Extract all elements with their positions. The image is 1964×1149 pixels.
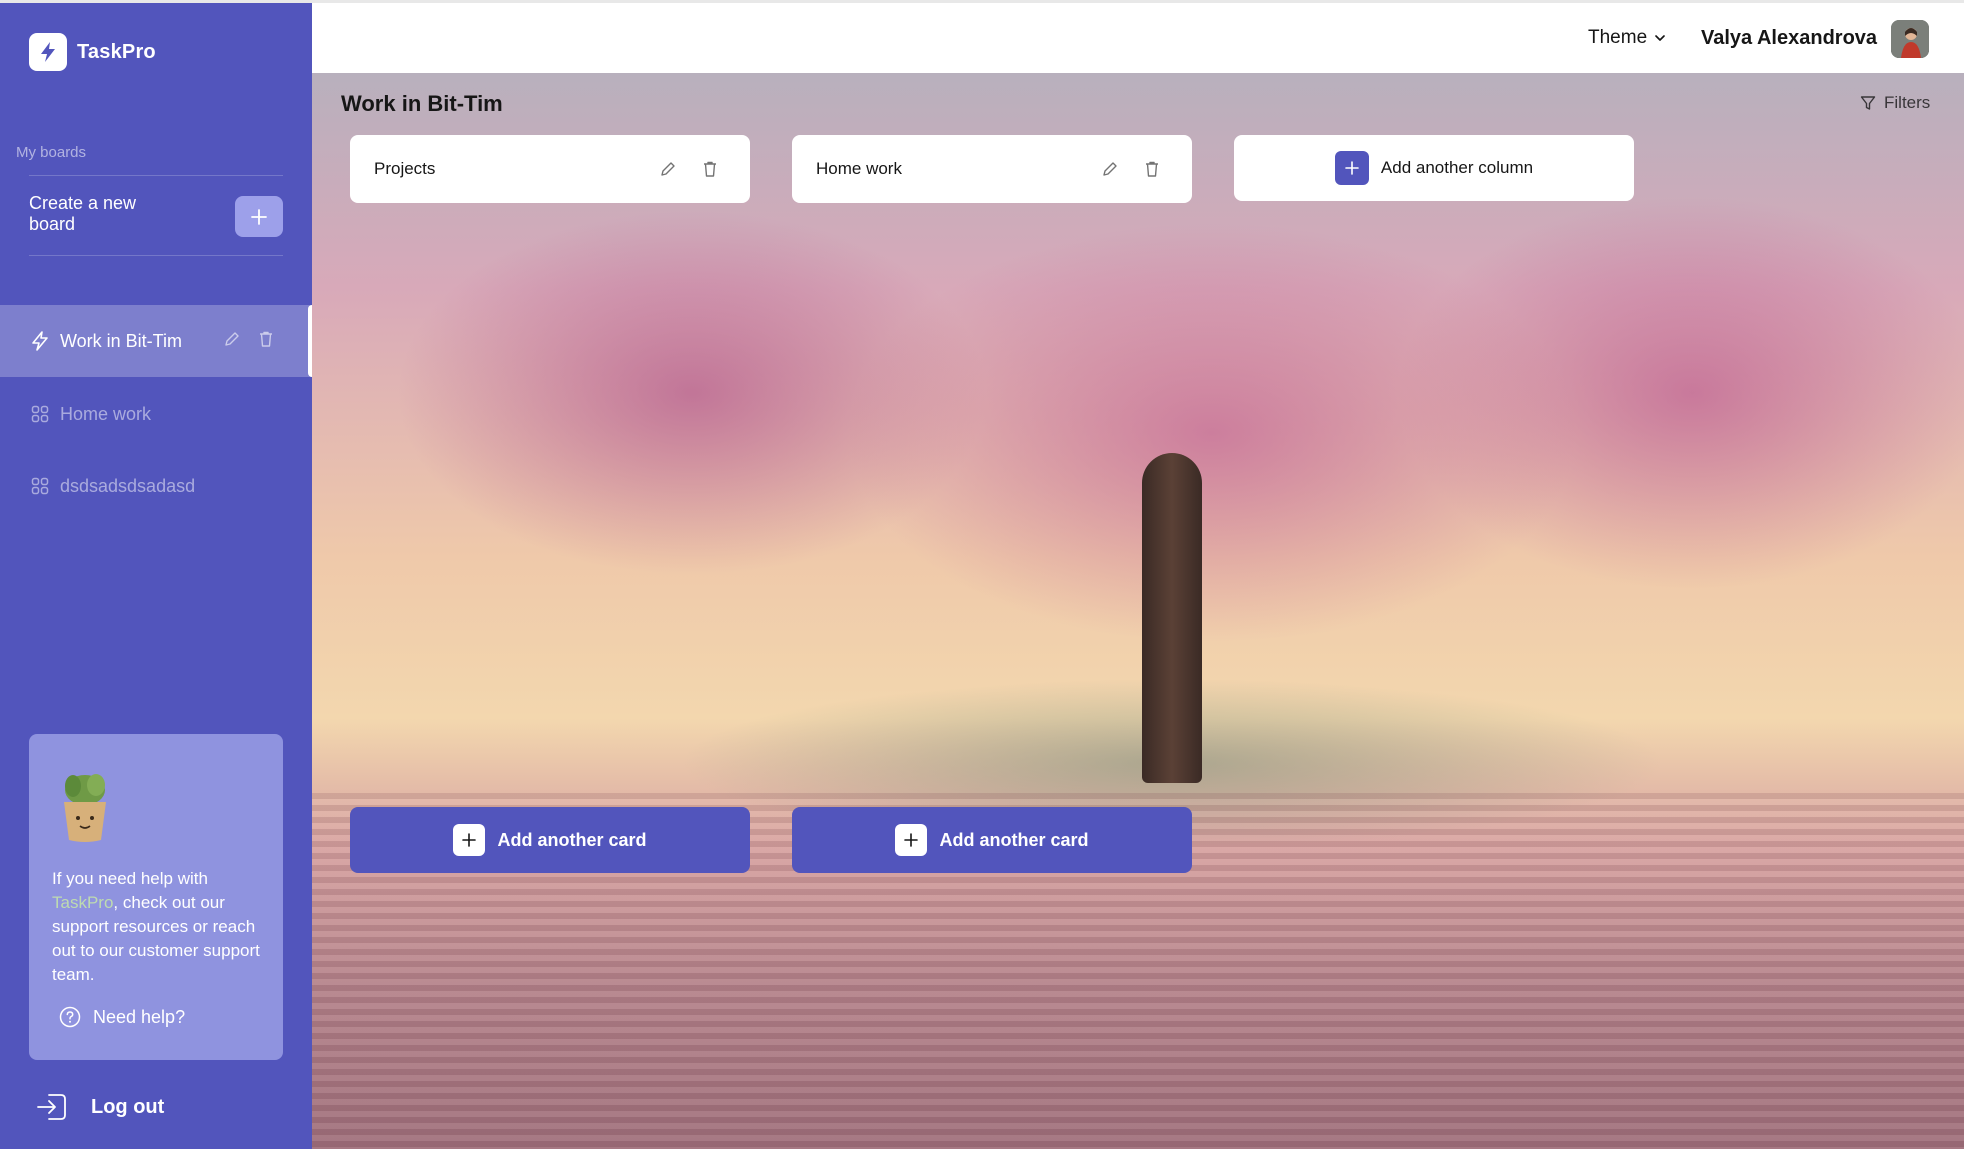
add-card-button[interactable]: Add another card (350, 807, 750, 873)
logout-label: Log out (91, 1095, 165, 1118)
create-board-button[interactable] (235, 196, 283, 237)
trash-icon[interactable] (256, 329, 276, 349)
filters-button[interactable]: Filters (1860, 93, 1930, 113)
sidebar: TaskPro My boards Create a new board Wor… (0, 3, 312, 1149)
add-column-label: Add another column (1380, 158, 1534, 177)
pencil-icon[interactable] (222, 329, 242, 349)
grid-icon (30, 476, 50, 496)
plus-icon (453, 824, 486, 856)
add-card-label: Add another card (497, 829, 647, 850)
pencil-icon[interactable] (1100, 159, 1120, 179)
theme-label: Theme (1588, 27, 1648, 48)
help-circle-icon (59, 1006, 81, 1028)
board-title: Work in Bit-Tim (341, 91, 503, 116)
taskpro-link: TaskPro (52, 893, 114, 912)
plus-icon (1334, 151, 1369, 185)
lightning-icon (29, 33, 67, 71)
trash-icon[interactable] (700, 159, 720, 179)
help-card: If you need help with TaskPro, check out… (29, 734, 283, 1060)
column-header-home-work: Home work (792, 135, 1192, 203)
column-title: Projects (374, 159, 436, 178)
board-label: Home work (60, 403, 152, 424)
board-area: Work in Bit-Tim Filters Projects Add ano… (312, 73, 1964, 1149)
avatar[interactable] (1891, 20, 1929, 58)
logout-icon (37, 1094, 66, 1120)
help-text: If you need help with TaskPro, check out… (52, 869, 260, 984)
need-help-label: Need help? (93, 1006, 186, 1027)
lightning-icon (30, 331, 50, 351)
pencil-icon[interactable] (658, 159, 678, 179)
divider (29, 255, 283, 256)
top-header: Theme Valya Alexandrova (312, 3, 1964, 73)
cactus-icon (58, 772, 112, 844)
need-help-button[interactable]: Need help? (59, 1006, 185, 1028)
app-name: TaskPro (77, 40, 156, 63)
plus-icon (895, 824, 928, 856)
trash-icon[interactable] (1142, 159, 1162, 179)
logout-button[interactable]: Log out (35, 1089, 164, 1125)
chevron-down-icon (1655, 35, 1665, 41)
add-card-label: Add another card (939, 829, 1089, 850)
sidebar-board-home-work[interactable]: Home work (0, 378, 312, 450)
filter-icon (1860, 96, 1876, 110)
app-window: TaskPro My boards Create a new board Wor… (0, 0, 1964, 1149)
sidebar-board-dsdsadsdsadasd[interactable]: dsdsadsdsadasd (0, 450, 312, 522)
divider (29, 175, 283, 176)
plus-icon (251, 208, 267, 225)
create-board-label: Create a new board (29, 193, 137, 234)
app-logo[interactable]: TaskPro (29, 33, 156, 71)
user-name: Valya Alexandrova (1701, 27, 1878, 49)
background-tree (1142, 453, 1202, 783)
sidebar-board-work-in-bit-tim[interactable]: Work in Bit-Tim (0, 305, 312, 377)
board-label: dsdsadsdsadasd (60, 475, 196, 496)
filters-label: Filters (1884, 93, 1931, 112)
add-card-button[interactable]: Add another card (792, 807, 1192, 873)
column-header-projects: Projects (350, 135, 750, 203)
column-title: Home work (816, 159, 902, 178)
board-label: Work in Bit-Tim (60, 330, 183, 351)
my-boards-label: My boards (16, 144, 87, 161)
theme-dropdown[interactable]: Theme (1588, 27, 1667, 49)
grid-icon (30, 404, 50, 424)
add-column-button[interactable]: Add another column (1234, 135, 1634, 201)
